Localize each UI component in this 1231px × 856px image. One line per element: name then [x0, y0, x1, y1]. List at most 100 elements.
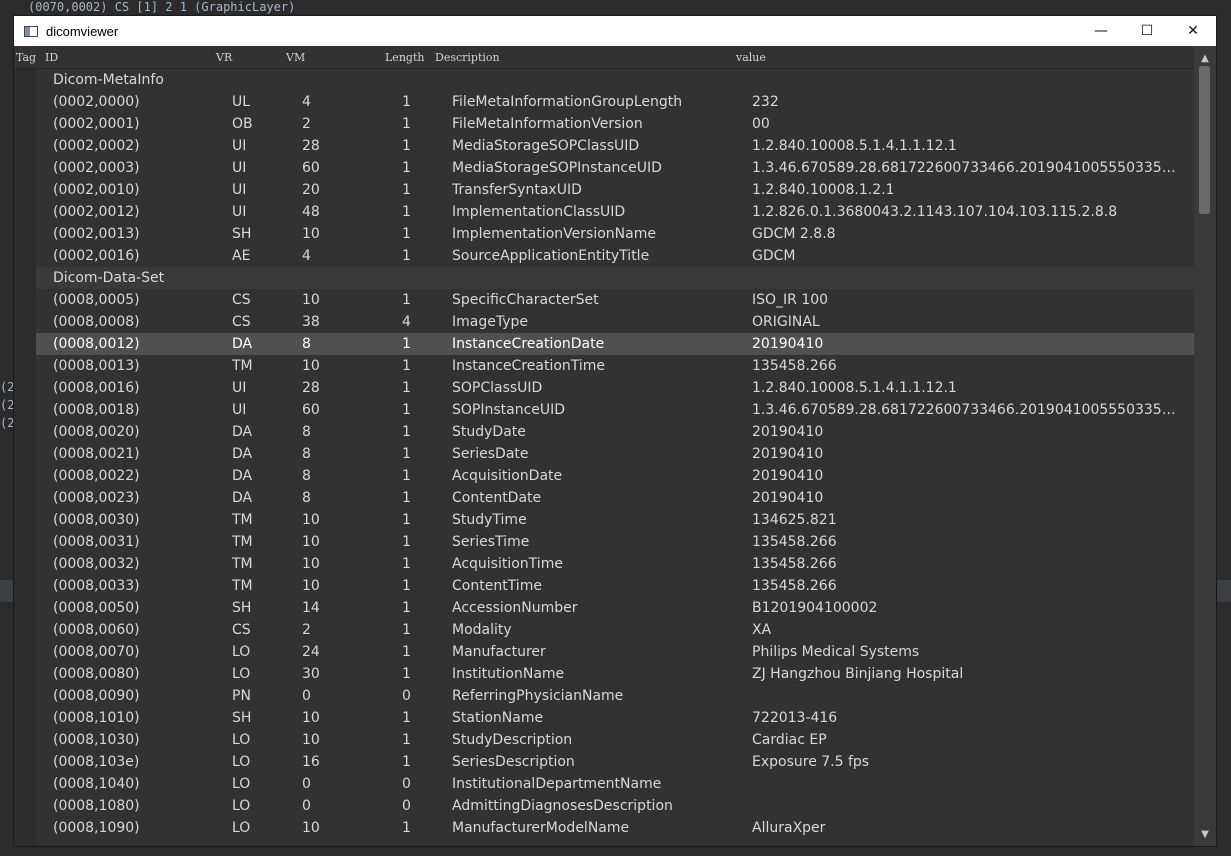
table-row[interactable]: (0008,1090) LO 10 1 ManufacturerModelName All…: [36, 817, 1194, 839]
maximize-button[interactable]: ☐: [1124, 16, 1170, 46]
table-row[interactable]: (0008,0005) CS 10 1 SpecificCharacterSet ISO_…: [36, 289, 1194, 311]
cell-id: (0002,0012): [53, 204, 140, 220]
table-row[interactable]: (0008,0050) SH 14 1 AccessionNumber B12019041…: [36, 597, 1194, 619]
table-row[interactable]: (0008,0031) TM 10 1 SeriesTime 135458.266: [36, 531, 1194, 553]
table-row[interactable]: (0008,0022) DA 8 1 AcquisitionDate 20190410: [36, 465, 1194, 487]
dicomviewer-window: dicomviewer — ☐ ✕ Tag ID VR VM Length De…: [14, 16, 1216, 846]
table-row[interactable]: (0008,0032) TM 10 1 AcquisitionTime 135458.26…: [36, 553, 1194, 575]
table-row[interactable]: (0008,103e) LO 16 1 SeriesDescription Exposur…: [36, 751, 1194, 773]
cell-vm: 2: [302, 622, 311, 638]
table-row[interactable]: (0008,1080) LO 0 0 AdmittingDiagnosesDescrip…: [36, 795, 1194, 817]
cell-length: 1: [402, 468, 411, 484]
close-button[interactable]: ✕: [1170, 16, 1216, 46]
table-row[interactable]: (0008,0060) CS 2 1 Modality XA: [36, 619, 1194, 641]
cell-description: MediaStorageSOPClassUID: [452, 138, 640, 154]
cell-value: ISO_IR 100: [752, 292, 829, 308]
header-length[interactable]: Length: [385, 51, 424, 64]
cell-description: SpecificCharacterSet: [452, 292, 599, 308]
cell-description: Modality: [452, 622, 512, 638]
table-row[interactable]: (0008,0080) LO 30 1 InstitutionName ZJ Hangzh…: [36, 663, 1194, 685]
table-row[interactable]: (0002,0016) AE 4 1 SourceApplicationEntityTi…: [36, 245, 1194, 267]
cell-description: FileMetaInformationVersion: [452, 116, 643, 132]
cell-length: 1: [402, 666, 411, 682]
header-tag[interactable]: Tag: [16, 51, 36, 64]
header-vm[interactable]: VM: [286, 51, 305, 64]
table-row[interactable]: (0008,0013) TM 10 1 InstanceCreationTime 1354…: [36, 355, 1194, 377]
background-left-fragments: (2( (2( (2(: [0, 378, 22, 432]
table-row[interactable]: (0002,0001) OB 2 1 FileMetaInformationVersio…: [36, 113, 1194, 135]
cell-id: (0008,0021): [53, 446, 140, 462]
table-row[interactable]: (0002,0002) UI 28 1 MediaStorageSOPClassUID 1…: [36, 135, 1194, 157]
header-vr[interactable]: VR: [216, 51, 232, 64]
group-header-row[interactable]: Dicom-Data-Set: [36, 267, 1194, 289]
scroll-up-button[interactable]: ▲: [1194, 50, 1216, 66]
cell-id: (0008,0033): [53, 578, 140, 594]
header-value[interactable]: value: [736, 51, 766, 64]
cell-vm: 14: [302, 600, 320, 616]
cell-length: 0: [402, 776, 411, 792]
scroll-down-button[interactable]: ▼: [1194, 826, 1216, 842]
app-window-icon: [24, 25, 38, 37]
minimize-button[interactable]: —: [1078, 16, 1124, 46]
cell-vm: 0: [302, 688, 311, 704]
cell-description: StudyDescription: [452, 732, 573, 748]
cell-description: StudyTime: [452, 512, 527, 528]
table-row[interactable]: (0008,0008) CS 38 4 ImageType ORIGINAL: [36, 311, 1194, 333]
table-row[interactable]: (0002,0013) SH 10 1 ImplementationVersionNam…: [36, 223, 1194, 245]
table-row[interactable]: (0008,0020) DA 8 1 StudyDate 20190410: [36, 421, 1194, 443]
cell-length: 1: [402, 820, 411, 836]
cell-description: SOPClassUID: [452, 380, 543, 396]
cell-vm: 28: [302, 138, 320, 154]
cell-value: ORIGINAL: [752, 314, 820, 330]
cell-description: ManufacturerModelName: [452, 820, 630, 836]
table-row[interactable]: (0008,1040) LO 0 0 InstitutionalDepartmentNa…: [36, 773, 1194, 795]
cell-description: SOPInstanceUID: [452, 402, 566, 418]
cell-length: 1: [402, 336, 411, 352]
cell-value: 722013-416: [752, 710, 838, 726]
cell-description: AccessionNumber: [452, 600, 578, 616]
cell-description: SeriesDescription: [452, 754, 575, 770]
table-row[interactable]: (0008,1030) LO 10 1 StudyDescription Cardiac …: [36, 729, 1194, 751]
table-row[interactable]: (0008,0070) LO 24 1 Manufacturer Philips Medi…: [36, 641, 1194, 663]
cell-vr: SH: [232, 710, 252, 726]
table-row[interactable]: (0008,0021) DA 8 1 SeriesDate 20190410: [36, 443, 1194, 465]
table-row[interactable]: (0008,0018) UI 60 1 SOPInstanceUID 1.3.46.670…: [36, 399, 1194, 421]
scrollbar-thumb[interactable]: [1199, 66, 1210, 214]
cell-id: (0008,0060): [53, 622, 140, 638]
cell-id: (0008,1090): [53, 820, 140, 836]
table-row[interactable]: (0008,0030) TM 10 1 StudyTime 134625.821: [36, 509, 1194, 531]
cell-description: AcquisitionTime: [452, 556, 563, 572]
cell-vm: 8: [302, 468, 311, 484]
cell-description: InstanceCreationTime: [452, 358, 606, 374]
chevron-down-icon: ▼: [1201, 828, 1209, 840]
table-row[interactable]: (0008,0033) TM 10 1 ContentTime 135458.266: [36, 575, 1194, 597]
cell-vr: UI: [232, 182, 247, 198]
cell-length: 1: [402, 644, 411, 660]
cell-length: 1: [402, 578, 411, 594]
cell-id: (0008,0012): [53, 336, 140, 352]
cell-length: 1: [402, 754, 411, 770]
cell-value: 20190410: [752, 468, 824, 484]
cell-vr: TM: [232, 578, 253, 594]
cell-length: 1: [402, 490, 411, 506]
header-description[interactable]: Description: [435, 51, 500, 64]
table-row[interactable]: (0002,0012) UI 48 1 ImplementationClassUID 1.…: [36, 201, 1194, 223]
header-id[interactable]: ID: [45, 51, 58, 64]
cell-vr: CS: [232, 292, 251, 308]
cell-description: SeriesDate: [452, 446, 529, 462]
cell-length: 0: [402, 688, 411, 704]
vertical-scrollbar[interactable]: ▲ ▼: [1194, 46, 1216, 846]
table-row[interactable]: (0008,0016) UI 28 1 SOPClassUID 1.2.840.10008…: [36, 377, 1194, 399]
title-bar[interactable]: dicomviewer — ☐ ✕: [14, 16, 1216, 46]
table-row[interactable]: (0002,0010) UI 20 1 TransferSyntaxUID 1.2.840…: [36, 179, 1194, 201]
cell-length: 1: [402, 622, 411, 638]
cell-vr: DA: [232, 336, 253, 352]
table-row[interactable]: (0008,1010) SH 10 1 StationName 722013-416: [36, 707, 1194, 729]
table-row[interactable]: (0008,0023) DA 8 1 ContentDate 20190410: [36, 487, 1194, 509]
table-row[interactable]: (0002,0000) UL 4 1 FileMetaInformationGroupL…: [36, 91, 1194, 113]
table-row[interactable]: (0008,0090) PN 0 0 ReferringPhysicianName: [36, 685, 1194, 707]
table-row-selected[interactable]: (0008,0012) DA 8 1 InstanceCreationDate 20190…: [36, 333, 1194, 355]
table-row[interactable]: (0002,0003) UI 60 1 MediaStorageSOPInstanceU…: [36, 157, 1194, 179]
cell-description: FileMetaInformationGroupLength: [452, 94, 683, 110]
group-header-row[interactable]: Dicom-MetaInfo: [36, 69, 1194, 91]
